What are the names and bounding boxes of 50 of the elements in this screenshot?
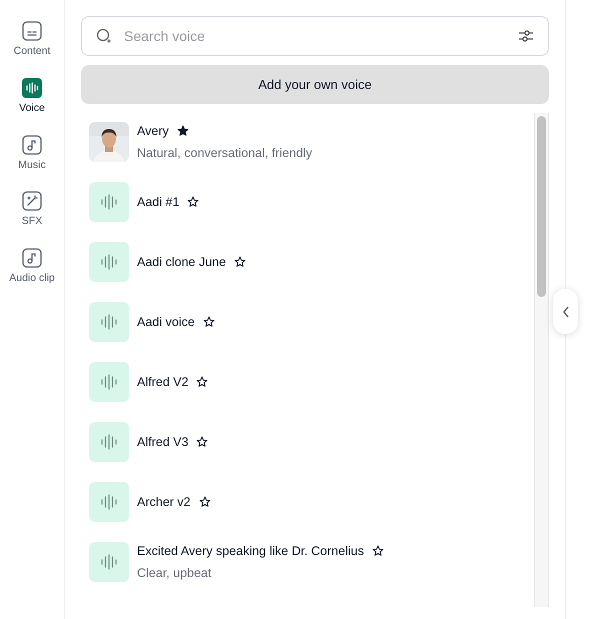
- star-icon[interactable]: [187, 196, 200, 208]
- star-icon[interactable]: [196, 376, 208, 388]
- list-row[interactable]: Archer v2: [89, 482, 526, 522]
- waveform-icon: [101, 194, 117, 210]
- list-row[interactable]: Alfred V2: [89, 362, 526, 402]
- scrollbar-thumb[interactable]: [537, 116, 546, 297]
- voice-name: Aadi voice: [137, 314, 195, 331]
- voice-description: Clear, upbeat: [137, 564, 212, 582]
- voice-name: Archer v2: [137, 494, 190, 511]
- star-icon[interactable]: [176, 125, 189, 138]
- voice-name: Avery: [137, 122, 169, 140]
- waveform-icon: [101, 314, 117, 330]
- note-icon: [22, 248, 42, 268]
- voice-description: Natural, conversational, friendly: [137, 144, 312, 162]
- sidebar-item[interactable]: Voice: [19, 78, 45, 116]
- voice-name: Alfred V3: [137, 434, 188, 451]
- note-icon: [22, 134, 42, 154]
- voice-name: Excited Avery speaking like Dr. Cornelius: [137, 542, 364, 560]
- wand-icon: [22, 191, 42, 212]
- waveform-icon: [101, 254, 117, 270]
- list-row[interactable]: Aadi #1: [89, 182, 526, 222]
- sidebar-item[interactable]: Content: [14, 21, 50, 60]
- star-icon[interactable]: [196, 436, 208, 448]
- captions-icon: [22, 21, 42, 41]
- star-icon[interactable]: [202, 316, 215, 328]
- voice-name: Aadi #1: [137, 194, 180, 211]
- star-icon[interactable]: [198, 496, 210, 508]
- search-bar[interactable]: Search voice: [81, 16, 549, 56]
- list-row[interactable]: Aadi clone June: [89, 242, 526, 282]
- voice-name: Alfred V2: [137, 374, 188, 391]
- star-icon[interactable]: [234, 256, 246, 268]
- scrollbar[interactable]: [534, 113, 549, 607]
- list-row[interactable]: Aadi voice: [89, 302, 526, 342]
- sidebar-item[interactable]: Audio clip: [9, 248, 55, 287]
- filter-icon[interactable]: [518, 29, 534, 43]
- search-icon: [96, 28, 112, 44]
- list-row[interactable]: Avery Natural, conversational, friendly: [89, 122, 526, 162]
- voice-name: Aadi clone June: [137, 254, 226, 271]
- waveform-icon: [101, 434, 117, 450]
- voice-icon: [22, 78, 42, 98]
- sidebar-item[interactable]: Music: [18, 134, 46, 174]
- waveform-icon: [101, 554, 117, 570]
- waveform-icon: [101, 374, 117, 390]
- sidebar-item[interactable]: SFX: [22, 191, 42, 230]
- star-icon[interactable]: [372, 545, 384, 558]
- list-row[interactable]: Excited Avery speaking like Dr. Cornelius Clear, upbeat: [89, 542, 526, 582]
- list-row[interactable]: Alfred V3: [89, 422, 526, 462]
- chevron-left-icon: [562, 306, 570, 318]
- add-voice-button[interactable]: Add your own voice: [81, 65, 549, 104]
- waveform-icon: [101, 494, 117, 510]
